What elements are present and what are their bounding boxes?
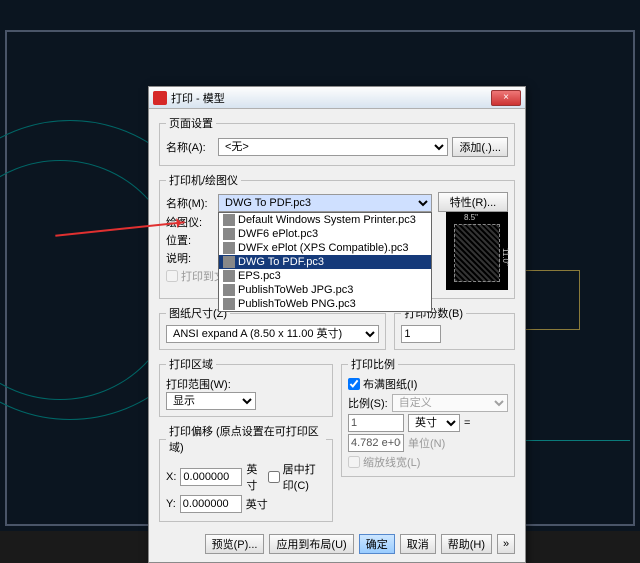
desc-label: 说明: bbox=[166, 250, 214, 266]
close-icon[interactable]: × bbox=[491, 90, 521, 106]
scale-unit-label: 单位(N) bbox=[408, 435, 445, 451]
printer-name-select[interactable]: DWG To PDF.pc3 bbox=[218, 194, 432, 212]
print-area-legend: 打印区域 bbox=[166, 356, 216, 372]
button-row: 预览(P)... 应用到布局(U) 确定 取消 帮助(H) » bbox=[159, 534, 515, 554]
scale-group: 打印比例 布满图纸(I) 比例(S): 自定义 英寸 = 单位(N) bbox=[341, 356, 515, 477]
printer-option[interactable]: Default Windows System Printer.pc3 bbox=[219, 213, 431, 227]
center-check[interactable] bbox=[268, 471, 280, 483]
ratio-select: 自定义 bbox=[392, 394, 508, 412]
printer-icon bbox=[223, 242, 235, 254]
page-setup-legend: 页面设置 bbox=[166, 115, 216, 131]
printer-option[interactable]: PublishToWeb PNG.pc3 bbox=[219, 297, 431, 311]
printer-icon bbox=[223, 228, 235, 240]
scale-legend: 打印比例 bbox=[348, 356, 398, 372]
offset-x-unit: 英寸 bbox=[246, 461, 263, 493]
lineweight-check bbox=[348, 456, 360, 468]
cancel-button[interactable]: 取消 bbox=[400, 534, 436, 554]
ok-button[interactable]: 确定 bbox=[359, 534, 395, 554]
preview-button[interactable]: 预览(P)... bbox=[205, 534, 265, 554]
print-area-group: 打印区域 打印范围(W): 显示 bbox=[159, 356, 333, 417]
page-setup-group: 页面设置 名称(A): <无> 添加(.)... bbox=[159, 115, 515, 166]
printer-dropdown-list: Default Windows System Printer.pc3 DWF6 … bbox=[218, 212, 432, 312]
offset-x-input[interactable] bbox=[180, 468, 242, 486]
expand-button[interactable]: » bbox=[497, 534, 515, 554]
scale-unit-select[interactable]: 英寸 bbox=[408, 414, 460, 432]
print-dialog: 打印 - 模型 × 页面设置 名称(A): <无> 添加(.)... 打印机/绘… bbox=[148, 86, 526, 563]
help-button[interactable]: 帮助(H) bbox=[441, 534, 492, 554]
paper-preview: 8.5" 11.0" bbox=[446, 212, 508, 290]
center-label: 居中打印(C) bbox=[283, 461, 326, 493]
printer-icon bbox=[223, 284, 235, 296]
range-select[interactable]: 显示 bbox=[166, 392, 256, 410]
equals-icon: = bbox=[464, 417, 470, 429]
paper-size-select[interactable]: ANSI expand A (8.50 x 11.00 英寸) bbox=[166, 325, 379, 343]
fit-label: 布满图纸(I) bbox=[363, 376, 417, 392]
offset-legend: 打印偏移 (原点设置在可打印区域) bbox=[166, 423, 326, 455]
print-to-file-check bbox=[166, 270, 178, 282]
scale-factor-input bbox=[348, 434, 404, 452]
setup-name-select[interactable]: <无> bbox=[218, 138, 448, 156]
offset-y-label: Y: bbox=[166, 498, 176, 510]
add-button[interactable]: 添加(.)... bbox=[452, 137, 508, 157]
copies-input[interactable] bbox=[401, 325, 441, 343]
dialog-title: 打印 - 模型 bbox=[171, 90, 491, 106]
offset-group: 打印偏移 (原点设置在可打印区域) X: 英寸 居中打印(C) Y: 英寸 bbox=[159, 423, 333, 522]
lineweight-label: 缩放线宽(L) bbox=[363, 454, 420, 470]
offset-y-unit: 英寸 bbox=[246, 496, 268, 512]
printer-icon bbox=[223, 298, 235, 310]
properties-button[interactable]: 特性(R)... bbox=[438, 192, 508, 212]
printer-legend: 打印机/绘图仪 bbox=[166, 172, 241, 188]
printer-option[interactable]: PublishToWeb JPG.pc3 bbox=[219, 283, 431, 297]
setup-name-label: 名称(A): bbox=[166, 139, 214, 155]
fit-check[interactable] bbox=[348, 378, 360, 390]
ratio-label: 比例(S): bbox=[348, 395, 388, 411]
apply-button[interactable]: 应用到布局(U) bbox=[269, 534, 353, 554]
printer-group: 打印机/绘图仪 名称(M): DWG To PDF.pc3 Default Wi… bbox=[159, 172, 515, 299]
range-label: 打印范围(W): bbox=[166, 376, 326, 392]
printer-name-label: 名称(M): bbox=[166, 195, 214, 211]
printer-option[interactable]: DWF6 ePlot.pc3 bbox=[219, 227, 431, 241]
preview-height: 11.0" bbox=[501, 248, 510, 266]
printer-icon bbox=[223, 256, 235, 268]
titlebar: 打印 - 模型 × bbox=[149, 87, 525, 109]
scale-unit-input bbox=[348, 414, 404, 432]
printer-option[interactable]: EPS.pc3 bbox=[219, 269, 431, 283]
location-label: 位置: bbox=[166, 232, 214, 248]
printer-icon bbox=[223, 270, 235, 282]
printer-option[interactable]: DWFx ePlot (XPS Compatible).pc3 bbox=[219, 241, 431, 255]
printer-icon bbox=[223, 214, 235, 226]
preview-width: 8.5" bbox=[464, 213, 478, 222]
offset-x-label: X: bbox=[166, 471, 176, 483]
app-icon bbox=[153, 91, 167, 105]
printer-option-selected[interactable]: DWG To PDF.pc3 bbox=[219, 255, 431, 269]
offset-y-input[interactable] bbox=[180, 495, 242, 513]
